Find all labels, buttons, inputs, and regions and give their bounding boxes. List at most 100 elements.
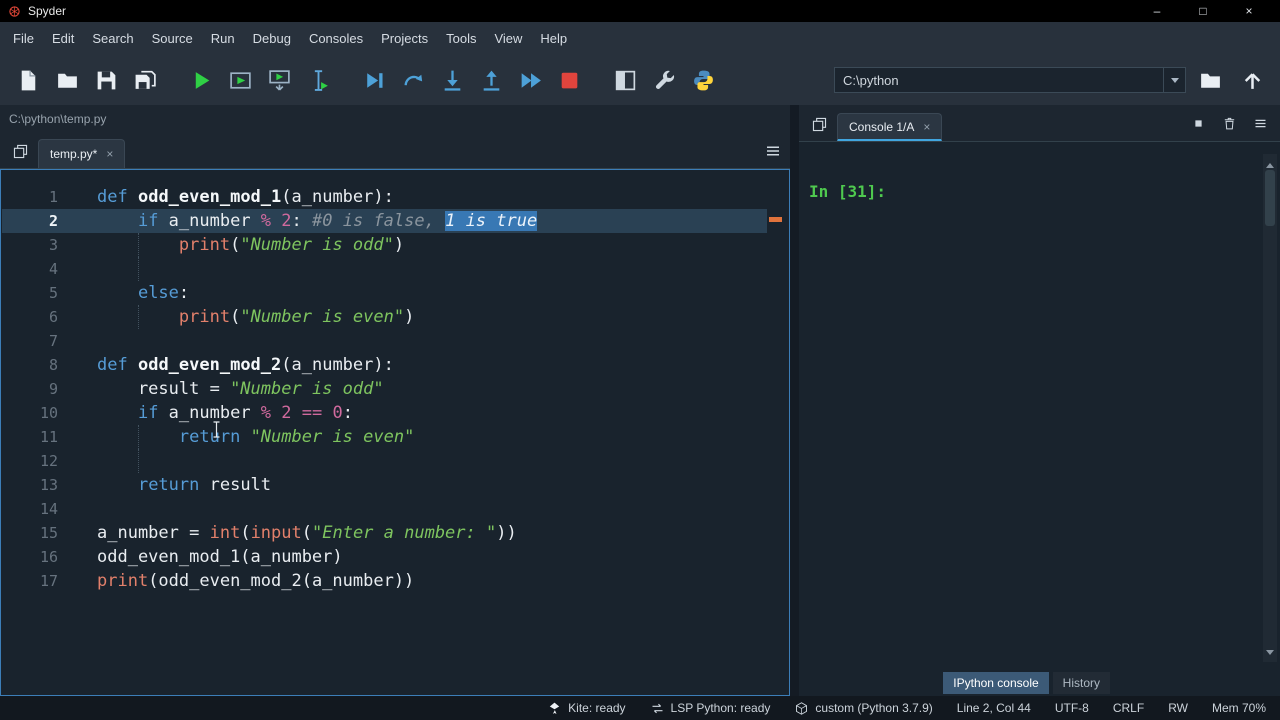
menu-file[interactable]: File bbox=[4, 22, 43, 55]
run-cell-button[interactable] bbox=[222, 61, 258, 99]
save-all-button[interactable] bbox=[127, 61, 163, 99]
parent-directory-button[interactable] bbox=[1234, 61, 1270, 99]
code-line[interactable]: 7 bbox=[2, 329, 767, 353]
pane-tab-ipython-console[interactable]: IPython console bbox=[943, 672, 1049, 694]
options-menu-icon bbox=[764, 142, 782, 160]
kite-status[interactable]: Kite: ready bbox=[547, 701, 626, 716]
close-button[interactable]: × bbox=[1226, 4, 1272, 18]
interrupt-kernel-button[interactable] bbox=[1191, 116, 1206, 131]
scrollbar-track[interactable] bbox=[1263, 168, 1277, 648]
code-line[interactable]: 8 def odd_even_mod_2(a_number): bbox=[2, 353, 767, 377]
code-text: else: bbox=[96, 281, 767, 305]
menu-search[interactable]: Search bbox=[83, 22, 142, 55]
pane-tab-history[interactable]: History bbox=[1052, 672, 1110, 694]
code-line[interactable]: 2 if a_number % 2: #0 is false, 1 is tru… bbox=[2, 209, 767, 233]
line-number[interactable]: 16 bbox=[2, 545, 58, 569]
code-line[interactable]: 5 else: bbox=[2, 281, 767, 305]
console-options-button[interactable] bbox=[1253, 116, 1268, 131]
fold-margin bbox=[58, 377, 96, 401]
fold-margin bbox=[58, 401, 96, 425]
ipython-console[interactable]: In [31]: bbox=[799, 142, 1280, 670]
maximize-button[interactable]: □ bbox=[1180, 4, 1226, 18]
line-number[interactable]: 1 bbox=[2, 185, 58, 209]
browse-tabs-button[interactable] bbox=[8, 139, 32, 163]
line-number[interactable]: 2 bbox=[2, 209, 58, 233]
code-text: if a_number % 2: #0 is false, 1 is true bbox=[96, 209, 767, 233]
console-browse-tabs-button[interactable] bbox=[807, 112, 831, 136]
pythonpath-button[interactable] bbox=[685, 61, 721, 99]
line-number[interactable]: 5 bbox=[2, 281, 58, 305]
menu-run[interactable]: Run bbox=[202, 22, 244, 55]
code-line[interactable]: 13 return result bbox=[2, 473, 767, 497]
code-line[interactable]: 9 result = "Number is odd" bbox=[2, 377, 767, 401]
step-into-icon bbox=[440, 68, 465, 93]
code-line[interactable]: 11 return "Number is even" bbox=[2, 425, 767, 449]
console-scrollbar[interactable] bbox=[1263, 154, 1277, 662]
editor-options-button[interactable] bbox=[764, 142, 782, 160]
line-number[interactable]: 17 bbox=[2, 569, 58, 593]
stop-button[interactable] bbox=[551, 61, 587, 99]
code-line[interactable]: 3 print("Number is odd") bbox=[2, 233, 767, 257]
line-number[interactable]: 15 bbox=[2, 521, 58, 545]
remove-console-button[interactable] bbox=[1222, 116, 1237, 131]
fold-margin bbox=[58, 497, 96, 521]
lsp-status[interactable]: LSP Python: ready bbox=[650, 701, 770, 716]
run-cell-advance-button[interactable] bbox=[261, 61, 297, 99]
line-number[interactable]: 4 bbox=[2, 257, 58, 281]
continue-button[interactable] bbox=[512, 61, 548, 99]
code-line[interactable]: 16 odd_even_mod_1(a_number) bbox=[2, 545, 767, 569]
chevron-down-icon[interactable] bbox=[1163, 68, 1185, 92]
browse-working-directory-button[interactable] bbox=[1192, 61, 1228, 99]
line-number[interactable]: 3 bbox=[2, 233, 58, 257]
menu-tools[interactable]: Tools bbox=[437, 22, 485, 55]
line-number[interactable]: 11 bbox=[2, 425, 58, 449]
line-number[interactable]: 8 bbox=[2, 353, 58, 377]
code-line[interactable]: 14 bbox=[2, 497, 767, 521]
debug-file-button[interactable] bbox=[356, 61, 392, 99]
open-file-button[interactable] bbox=[49, 61, 85, 99]
code-line[interactable]: 12 bbox=[2, 449, 767, 473]
line-number[interactable]: 13 bbox=[2, 473, 58, 497]
scrollbar-thumb[interactable] bbox=[1265, 170, 1275, 226]
menu-debug[interactable]: Debug bbox=[244, 22, 300, 55]
menu-view[interactable]: View bbox=[485, 22, 531, 55]
menu-projects[interactable]: Projects bbox=[372, 22, 437, 55]
maximize-pane-button[interactable] bbox=[607, 61, 643, 99]
new-file-button[interactable] bbox=[10, 61, 46, 99]
code-line[interactable]: 17 print(odd_even_mod_2(a_number)) bbox=[2, 569, 767, 593]
menu-consoles[interactable]: Consoles bbox=[300, 22, 372, 55]
preferences-button[interactable] bbox=[646, 61, 682, 99]
line-number[interactable]: 9 bbox=[2, 377, 58, 401]
close-console-tab-icon[interactable]: × bbox=[923, 120, 930, 134]
interpreter-status[interactable]: custom (Python 3.7.9) bbox=[794, 701, 933, 716]
code-line[interactable]: 4 bbox=[2, 257, 767, 281]
line-number[interactable]: 12 bbox=[2, 449, 58, 473]
run-selection-button[interactable] bbox=[300, 61, 336, 99]
step-out-button[interactable] bbox=[473, 61, 509, 99]
line-number[interactable]: 7 bbox=[2, 329, 58, 353]
menu-source[interactable]: Source bbox=[143, 22, 202, 55]
code-line[interactable]: 6 print("Number is even") bbox=[2, 305, 767, 329]
code-line[interactable]: 1 def odd_even_mod_1(a_number): bbox=[2, 185, 767, 209]
step-over-button[interactable] bbox=[395, 61, 431, 99]
line-number[interactable]: 10 bbox=[2, 401, 58, 425]
step-into-button[interactable] bbox=[434, 61, 470, 99]
minimize-button[interactable]: – bbox=[1134, 4, 1180, 18]
code-line[interactable]: 15 a_number = int(input("Enter a number: … bbox=[2, 521, 767, 545]
line-number[interactable]: 6 bbox=[2, 305, 58, 329]
menu-help[interactable]: Help bbox=[531, 22, 576, 55]
menu-edit[interactable]: Edit bbox=[43, 22, 83, 55]
line-number[interactable]: 14 bbox=[2, 497, 58, 521]
working-directory-combo[interactable]: C:\python bbox=[834, 67, 1186, 93]
scroll-up-icon[interactable] bbox=[1263, 154, 1277, 168]
save-button[interactable] bbox=[88, 61, 124, 99]
console-tab[interactable]: Console 1/A × bbox=[837, 113, 943, 141]
run-file-button[interactable] bbox=[183, 61, 219, 99]
pane-splitter[interactable] bbox=[790, 105, 799, 696]
code-editor[interactable]: 1 def odd_even_mod_1(a_number): 2 if a_num… bbox=[0, 169, 790, 696]
working-directory-value[interactable]: C:\python bbox=[835, 73, 1163, 88]
close-tab-icon[interactable]: × bbox=[106, 147, 113, 161]
code-line[interactable]: 10 if a_number % 2 == 0: bbox=[2, 401, 767, 425]
editor-tab-temp-py[interactable]: temp.py* × bbox=[38, 139, 126, 168]
scroll-down-icon[interactable] bbox=[1263, 648, 1277, 662]
